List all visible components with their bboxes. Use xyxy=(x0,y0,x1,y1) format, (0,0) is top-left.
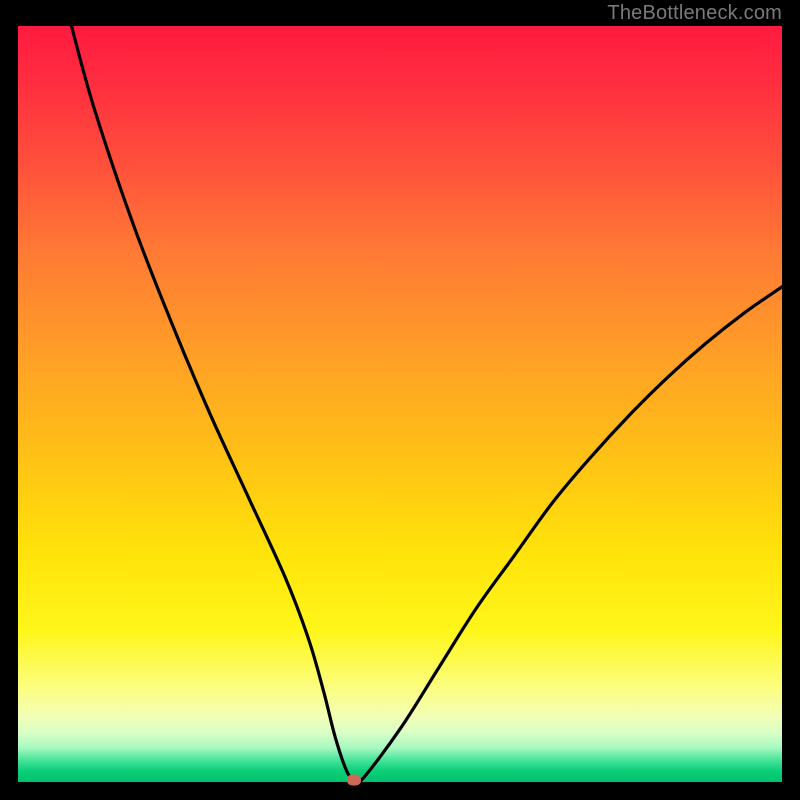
plot-area xyxy=(18,26,782,782)
watermark-text: TheBottleneck.com xyxy=(607,2,782,25)
chart-frame: TheBottleneck.com xyxy=(0,0,800,800)
optimal-point-marker xyxy=(347,774,361,785)
bottleneck-curve xyxy=(18,26,782,782)
